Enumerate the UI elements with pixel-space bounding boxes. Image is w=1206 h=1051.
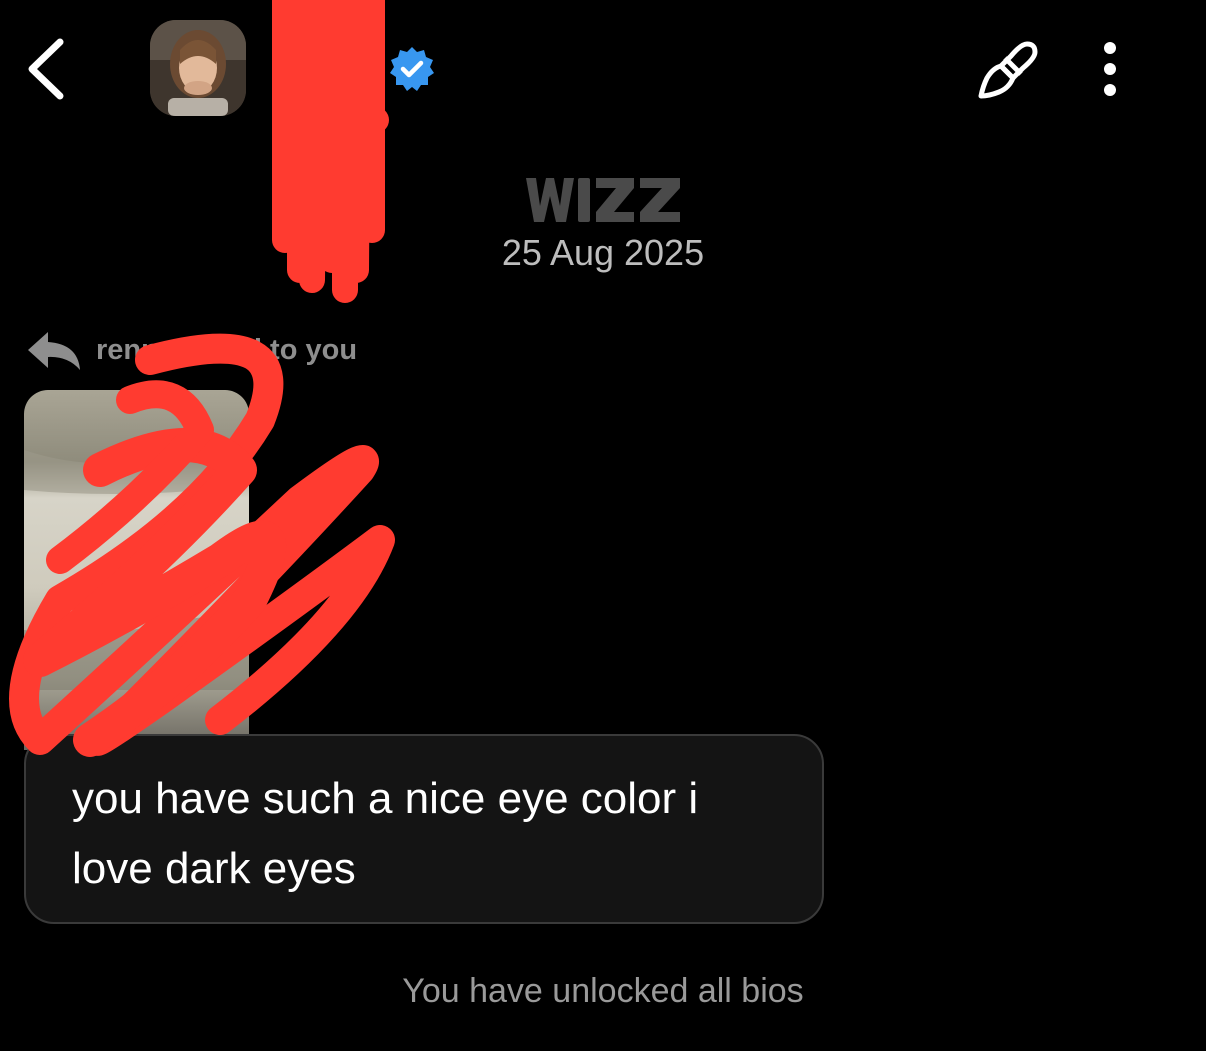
paintbrush-icon — [978, 41, 1038, 99]
reply-indicator: renn replied to you — [26, 326, 357, 374]
chat-header: I I — [0, 0, 1206, 140]
username: I I — [290, 50, 316, 83]
reply-arrow-icon — [28, 332, 80, 370]
wizz-logo — [520, 172, 686, 228]
avatar[interactable] — [150, 20, 246, 116]
back-button[interactable] — [22, 36, 72, 102]
more-vertical-icon — [1104, 42, 1116, 96]
reply-label: renn replied to you — [96, 333, 358, 366]
more-options-button[interactable] — [1090, 38, 1130, 104]
unlocked-bios-note: You have unlocked all bios — [402, 972, 804, 1010]
theme-brush-button[interactable] — [975, 38, 1041, 104]
verified-badge-icon — [388, 45, 436, 93]
conversation-date: 25 Aug 2025 — [501, 232, 705, 273]
story-reply-thumbnail[interactable] — [24, 390, 249, 750]
avatar-image — [150, 20, 246, 116]
chevron-left-icon — [28, 38, 64, 100]
message-text: you have such a nice eye color i love da… — [72, 774, 699, 893]
message-bubble[interactable]: you have such a nice eye color i love da… — [24, 734, 824, 924]
story-image — [24, 450, 249, 690]
